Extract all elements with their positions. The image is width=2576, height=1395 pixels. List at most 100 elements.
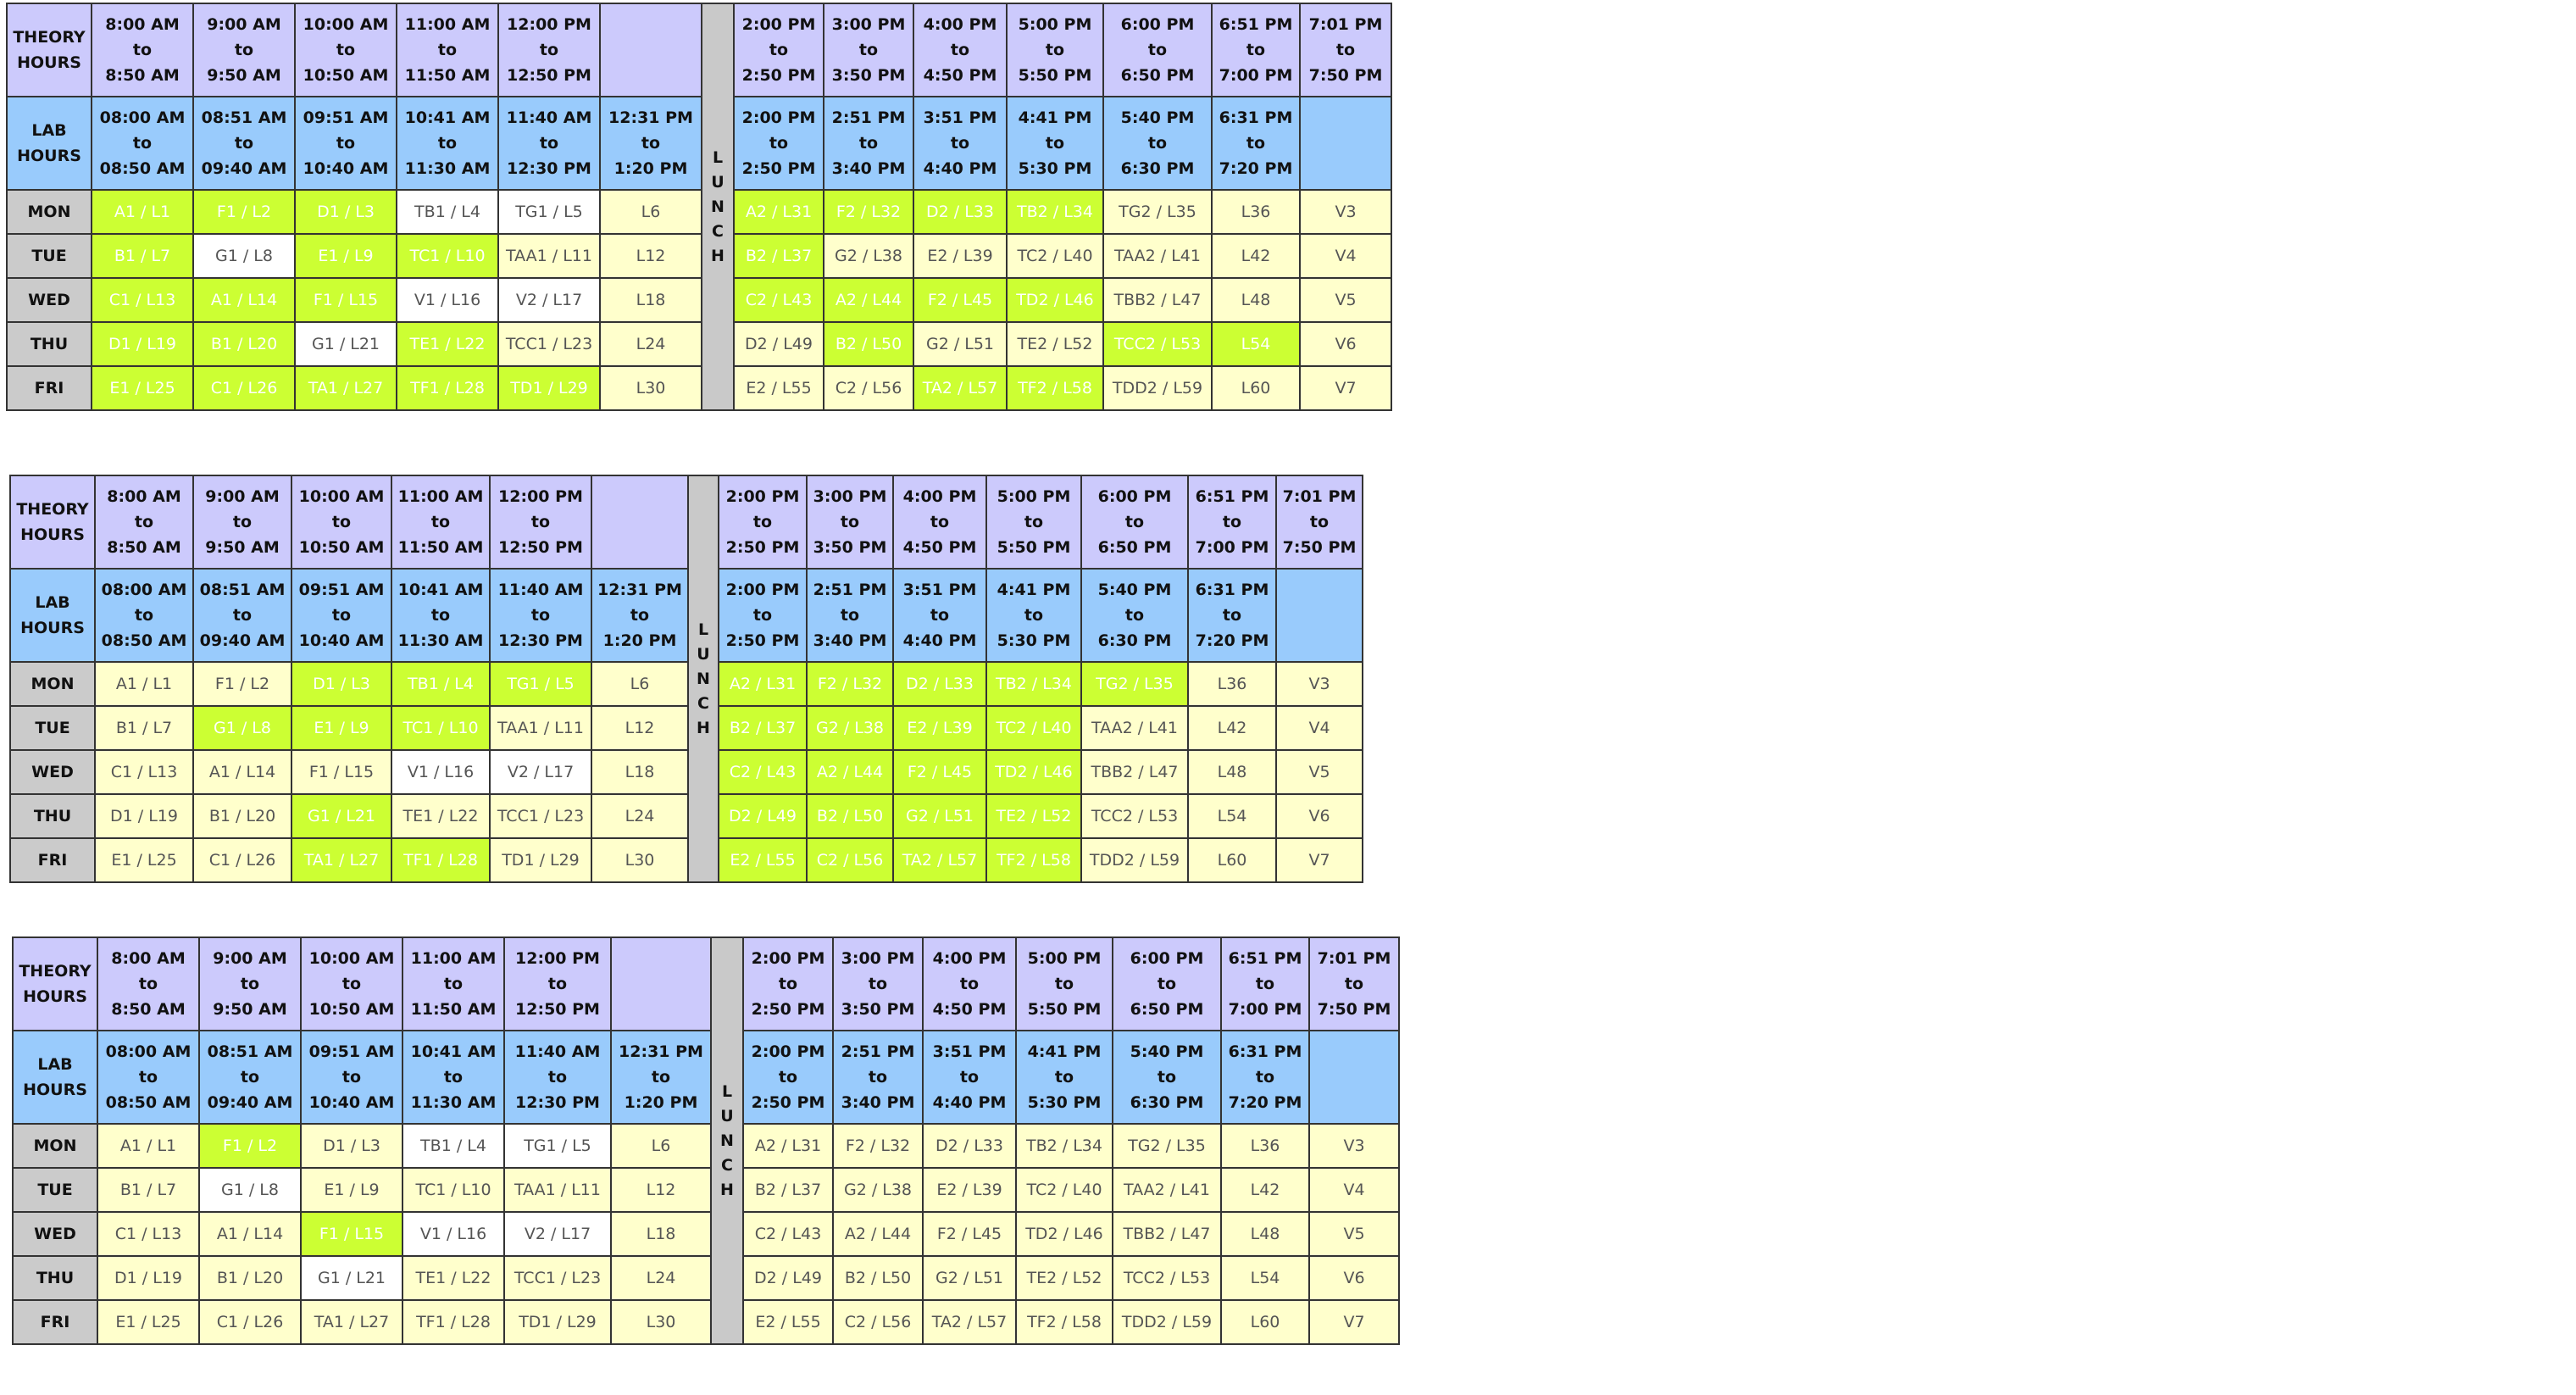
slot-cell-selected[interactable]: E1 / L9: [294, 233, 397, 279]
slot-cell[interactable]: L48: [1187, 749, 1277, 795]
slot-cell[interactable]: L6: [610, 1123, 712, 1169]
slot-cell[interactable]: V5: [1308, 1211, 1400, 1257]
slot-cell[interactable]: L36: [1220, 1123, 1310, 1169]
slot-cell[interactable]: V6: [1275, 793, 1363, 839]
slot-cell[interactable]: L6: [599, 189, 702, 235]
slot-cell-selected[interactable]: D1 / L3: [291, 661, 392, 707]
slot-cell[interactable]: TC1 / L10: [402, 1167, 505, 1213]
slot-cell[interactable]: L18: [599, 277, 702, 323]
slot-cell[interactable]: A1 / L14: [198, 1211, 302, 1257]
slot-cell[interactable]: L42: [1187, 705, 1277, 751]
slot-cell[interactable]: L30: [599, 365, 702, 411]
slot-cell-selected[interactable]: C1 / L26: [192, 365, 296, 411]
slot-cell-selected[interactable]: C2 / L43: [718, 749, 808, 795]
slot-cell-selected[interactable]: F1 / L15: [294, 277, 397, 323]
slot-cell[interactable]: V4: [1275, 705, 1363, 751]
slot-cell[interactable]: V2 / L17: [489, 749, 592, 795]
slot-cell[interactable]: F2 / L32: [832, 1123, 924, 1169]
slot-cell[interactable]: E1 / L9: [300, 1167, 403, 1213]
slot-cell-selected[interactable]: F2 / L45: [892, 749, 987, 795]
slot-cell[interactable]: L24: [610, 1255, 712, 1301]
slot-cell-selected[interactable]: B2 / L50: [806, 793, 894, 839]
slot-cell[interactable]: TD1 / L29: [503, 1299, 612, 1345]
slot-cell-selected[interactable]: A1 / L1: [91, 189, 194, 235]
slot-cell-selected[interactable]: TD2 / L46: [985, 749, 1082, 795]
slot-cell[interactable]: D2 / L33: [922, 1123, 1017, 1169]
slot-cell-selected[interactable]: G1 / L21: [291, 793, 392, 839]
slot-cell[interactable]: TCC1 / L23: [497, 321, 601, 367]
slot-cell-selected[interactable]: G2 / L38: [806, 705, 894, 751]
slot-cell-selected[interactable]: C2 / L56: [806, 837, 894, 883]
slot-cell[interactable]: TB1 / L4: [396, 189, 499, 235]
slot-cell[interactable]: L36: [1211, 189, 1301, 235]
slot-cell-selected[interactable]: A2 / L44: [823, 277, 914, 323]
slot-cell[interactable]: F1 / L15: [291, 749, 392, 795]
slot-cell[interactable]: L36: [1187, 661, 1277, 707]
slot-cell[interactable]: TB2 / L34: [1015, 1123, 1113, 1169]
slot-cell-selected[interactable]: D2 / L33: [892, 661, 987, 707]
slot-cell-selected[interactable]: F2 / L45: [913, 277, 1008, 323]
slot-cell-selected[interactable]: TF2 / L58: [1006, 365, 1104, 411]
slot-cell[interactable]: C2 / L56: [832, 1299, 924, 1345]
slot-cell[interactable]: V1 / L16: [402, 1211, 505, 1257]
slot-cell-selected[interactable]: TB2 / L34: [985, 661, 1082, 707]
slot-cell[interactable]: V1 / L16: [396, 277, 499, 323]
slot-cell[interactable]: V7: [1299, 365, 1392, 411]
slot-cell[interactable]: TE2 / L52: [1006, 321, 1104, 367]
slot-cell[interactable]: C1 / L26: [198, 1299, 302, 1345]
slot-cell[interactable]: TBB2 / L47: [1102, 277, 1213, 323]
slot-cell[interactable]: V7: [1275, 837, 1363, 883]
slot-cell[interactable]: E2 / L39: [922, 1167, 1017, 1213]
slot-cell[interactable]: V7: [1308, 1299, 1400, 1345]
slot-cell-selected[interactable]: E2 / L39: [892, 705, 987, 751]
slot-cell[interactable]: B1 / L7: [94, 705, 194, 751]
slot-cell-selected[interactable]: E1 / L9: [291, 705, 392, 751]
slot-cell-selected[interactable]: TA1 / L27: [291, 837, 392, 883]
slot-cell[interactable]: E2 / L55: [733, 365, 824, 411]
slot-cell-selected[interactable]: D2 / L33: [913, 189, 1008, 235]
slot-cell[interactable]: TCC2 / L53: [1080, 793, 1189, 839]
slot-cell[interactable]: L24: [599, 321, 702, 367]
slot-cell[interactable]: A1 / L1: [97, 1123, 200, 1169]
slot-cell[interactable]: G2 / L51: [922, 1255, 1017, 1301]
slot-cell[interactable]: TE1 / L22: [391, 793, 491, 839]
slot-cell-selected[interactable]: F1 / L2: [198, 1123, 302, 1169]
slot-cell[interactable]: L18: [610, 1211, 712, 1257]
slot-cell-selected[interactable]: B2 / L37: [733, 233, 824, 279]
slot-cell[interactable]: C2 / L43: [742, 1211, 834, 1257]
slot-cell[interactable]: B1 / L20: [198, 1255, 302, 1301]
slot-cell-selected[interactable]: F2 / L32: [806, 661, 894, 707]
slot-cell[interactable]: L12: [591, 705, 689, 751]
slot-cell-selected[interactable]: D1 / L3: [294, 189, 397, 235]
slot-cell[interactable]: TCC1 / L23: [503, 1255, 612, 1301]
slot-cell-selected[interactable]: A2 / L44: [806, 749, 894, 795]
slot-cell-selected[interactable]: TG1 / L5: [489, 661, 592, 707]
slot-cell-selected[interactable]: E1 / L25: [91, 365, 194, 411]
slot-cell[interactable]: L48: [1220, 1211, 1310, 1257]
slot-cell[interactable]: TCC1 / L23: [489, 793, 592, 839]
slot-cell[interactable]: D1 / L19: [94, 793, 194, 839]
slot-cell-selected[interactable]: TD1 / L29: [497, 365, 601, 411]
slot-cell-selected[interactable]: C2 / L43: [733, 277, 824, 323]
slot-cell[interactable]: V3: [1275, 661, 1363, 707]
slot-cell[interactable]: B1 / L20: [192, 793, 292, 839]
slot-cell[interactable]: V3: [1299, 189, 1392, 235]
slot-cell-selected[interactable]: D1 / L19: [91, 321, 194, 367]
slot-cell[interactable]: G1 / L8: [198, 1167, 302, 1213]
slot-cell-selected[interactable]: TD2 / L46: [1006, 277, 1104, 323]
slot-cell[interactable]: L30: [610, 1299, 712, 1345]
slot-cell-selected[interactable]: C1 / L13: [91, 277, 194, 323]
slot-cell-selected[interactable]: TA1 / L27: [294, 365, 397, 411]
slot-cell-selected[interactable]: TF2 / L58: [985, 837, 1082, 883]
slot-cell[interactable]: A2 / L44: [832, 1211, 924, 1257]
slot-cell[interactable]: B2 / L37: [742, 1167, 834, 1213]
slot-cell[interactable]: L42: [1220, 1167, 1310, 1213]
slot-cell[interactable]: TAA2 / L41: [1080, 705, 1189, 751]
slot-cell[interactable]: TG2 / L35: [1112, 1123, 1222, 1169]
slot-cell[interactable]: L54: [1187, 793, 1277, 839]
slot-cell[interactable]: TF1 / L28: [402, 1299, 505, 1345]
slot-cell[interactable]: V3: [1308, 1123, 1400, 1169]
slot-cell-selected[interactable]: TC1 / L10: [391, 705, 491, 751]
slot-cell[interactable]: TC2 / L40: [1015, 1167, 1113, 1213]
slot-cell[interactable]: V5: [1275, 749, 1363, 795]
